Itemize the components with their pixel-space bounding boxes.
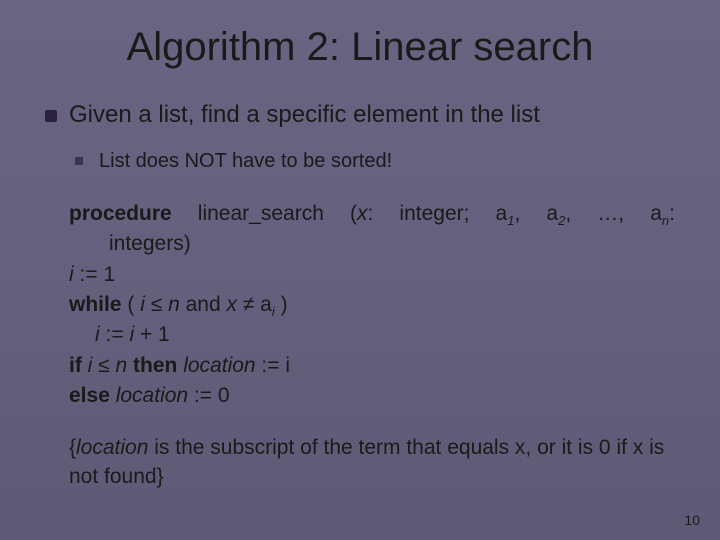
- proc-end: :: [669, 202, 675, 225]
- kw-else: else: [69, 384, 110, 407]
- if-n: n: [116, 354, 134, 377]
- init-rest: := 1: [74, 263, 115, 286]
- inc-plus: + 1: [134, 323, 170, 346]
- main-bullet: Given a list, find a specific element in…: [45, 100, 675, 130]
- then-loc: location: [177, 354, 255, 377]
- procedure-line-2: integers): [69, 230, 675, 258]
- sub-bullet: List does NOT have to be sorted!: [45, 148, 675, 174]
- if-le: ≤: [92, 354, 115, 377]
- kw-while: while: [69, 293, 122, 316]
- footer-loc: location: [76, 436, 148, 459]
- proc-x: x: [357, 202, 368, 225]
- while-ne: ≠ a: [237, 293, 272, 316]
- page-number: 10: [684, 512, 700, 528]
- slide: Algorithm 2: Linear search Given a list,…: [0, 0, 720, 540]
- else-line: else location := 0: [69, 382, 675, 410]
- while-n: n: [168, 293, 180, 316]
- kw-then: then: [133, 354, 177, 377]
- else-rest: := 0: [188, 384, 229, 407]
- kw-procedure: procedure: [69, 202, 172, 225]
- footer-rest: is the subscript of the term that equals…: [69, 436, 664, 487]
- while-and: and: [180, 293, 227, 316]
- proc-name: linear_search (: [172, 202, 357, 225]
- slide-title: Algorithm 2: Linear search: [45, 25, 675, 70]
- while-open: (: [122, 293, 141, 316]
- if-line: if i ≤ n then location := i: [69, 352, 675, 380]
- while-line: while ( i ≤ n and x ≠ ai ): [69, 291, 675, 319]
- init-line: i := 1: [69, 261, 675, 289]
- proc-dots: , …, a: [565, 202, 662, 225]
- while-x: x: [226, 293, 237, 316]
- procedure-line-1: procedure linear_search (x: integer; a1,…: [69, 200, 675, 228]
- while-close: ): [275, 293, 288, 316]
- spacer: [69, 412, 675, 434]
- increment-line: i := i + 1: [69, 321, 675, 349]
- if-i: i: [82, 354, 93, 377]
- pseudocode-block: procedure linear_search (x: integer; a1,…: [45, 200, 675, 491]
- while-le: ≤: [145, 293, 168, 316]
- proc-int1: : integer; a: [367, 202, 507, 225]
- inc-assign: :=: [100, 323, 130, 346]
- footer-line-1: {location is the subscript of the term t…: [69, 434, 675, 491]
- else-loc: location: [110, 384, 188, 407]
- proc-comma1: , a: [514, 202, 558, 225]
- footer-open: {: [69, 436, 76, 459]
- kw-if: if: [69, 354, 82, 377]
- then-rest: := i: [256, 354, 290, 377]
